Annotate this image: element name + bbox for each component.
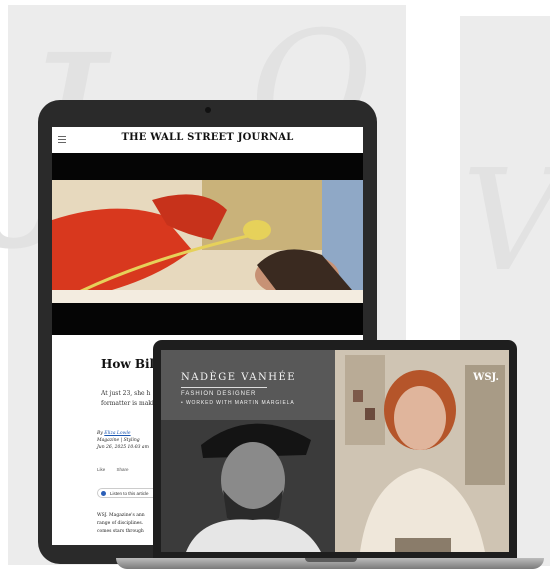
article-toolbar: Like Share: [97, 467, 139, 472]
video-panel-left[interactable]: NADÈGE VANHÉE FASHION DESIGNER • WORKED …: [161, 350, 335, 552]
overlay-subtitle-label: • WORKED WITH MARTIN MARGIELA: [181, 400, 295, 406]
author-link[interactable]: Eliza Lowle: [104, 431, 130, 436]
like-button[interactable]: Like: [97, 467, 105, 472]
play-audio-icon: [101, 491, 106, 496]
article-hero-video[interactable]: [52, 153, 363, 335]
byline-section: Magazine | Styling: [97, 438, 140, 443]
wsj-masthead[interactable]: THE WALL STREET JOURNAL: [52, 132, 363, 143]
tablet-camera: [205, 107, 211, 113]
share-button[interactable]: Share: [117, 467, 129, 472]
hero-video-frame: [52, 180, 363, 303]
article-byline: By Eliza Lowle Magazine | Styling Jun 26…: [97, 430, 149, 451]
laptop-screen: NADÈGE VANHÉE FASHION DESIGNER • WORKED …: [161, 350, 509, 552]
listen-label: Listen to this article: [110, 491, 149, 496]
wsj-logo: WSJ.: [473, 372, 499, 383]
byline-date: Jun 26, 2025 10:03 am: [97, 445, 149, 450]
wsj-top-bar: THE WALL STREET JOURNAL: [52, 127, 363, 154]
background-decorative-letter: V: [462, 140, 550, 303]
video-panel-right[interactable]: WSJ.: [335, 350, 509, 552]
overlay-name-label: NADÈGE VANHÉE: [181, 372, 297, 383]
overlay-role-label: FASHION DESIGNER: [181, 391, 257, 397]
laptop-notch: [305, 558, 357, 562]
overlay-divider: [181, 387, 267, 388]
